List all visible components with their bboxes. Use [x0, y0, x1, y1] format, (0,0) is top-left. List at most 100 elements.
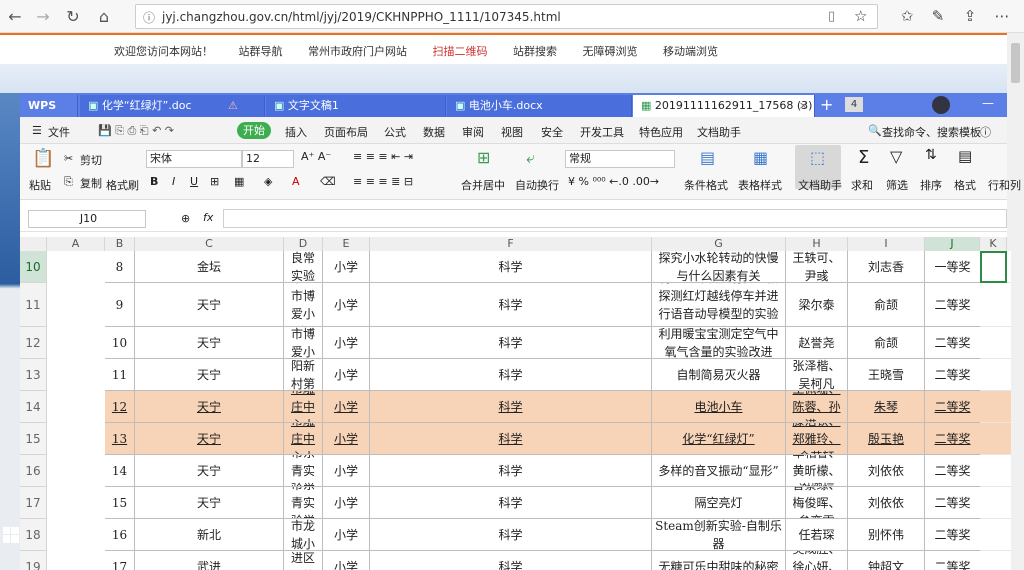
formula-input[interactable] — [223, 209, 1007, 228]
column-header-A[interactable]: A — [47, 237, 105, 251]
table-cell-D15[interactable]: 小学 — [323, 423, 370, 455]
table-cell-A13[interactable]: 11 — [105, 359, 135, 391]
table-cell-B17[interactable]: 天宁 — [135, 487, 284, 519]
table-cell-K15[interactable] — [1007, 423, 1011, 455]
table-cell-J11[interactable] — [980, 283, 1007, 327]
tab-count[interactable]: 4 — [845, 97, 863, 112]
table-cell-E16[interactable]: 科学 — [370, 455, 652, 487]
hamburger-icon[interactable]: ☰ — [32, 124, 42, 137]
table-cell-H19[interactable]: 钟超文 — [848, 551, 925, 570]
table-cell-H15[interactable]: 殷玉艳 — [848, 423, 925, 455]
table-cell-E19[interactable]: 科学 — [370, 551, 652, 570]
copy-button[interactable]: 复制 — [80, 175, 102, 191]
tab-doc-3[interactable]: ▣ 电池小车.docx — [447, 95, 632, 117]
table-style-button[interactable]: 表格样式 — [738, 177, 782, 193]
favorites-icon[interactable]: ✩ — [897, 7, 917, 27]
merge-icon[interactable]: ⊞ — [477, 148, 490, 167]
table-cell-I19[interactable]: 二等奖 — [925, 551, 980, 570]
table-cell-H16[interactable]: 刘依依 — [848, 455, 925, 487]
table-cell-D13[interactable]: 小学 — [323, 359, 370, 391]
table-cell-E15[interactable]: 科学 — [370, 423, 652, 455]
copy-icon[interactable]: ⎘ — [64, 175, 73, 189]
table-cell-E18[interactable]: 科学 — [370, 519, 652, 551]
table-cell-K18[interactable] — [1007, 519, 1011, 551]
table-cell-C10[interactable]: 金坛良常实验小学 — [284, 251, 323, 283]
table-cell-E13[interactable]: 科学 — [370, 359, 652, 391]
table-cell-E11[interactable]: 科学 — [370, 283, 652, 327]
table-cell-F13[interactable]: 自制简易灭火器 — [652, 359, 786, 391]
table-cell-E10[interactable]: 科学 — [370, 251, 652, 283]
menu-review[interactable]: 审阅 — [462, 124, 484, 140]
table-cell-K16[interactable] — [1007, 455, 1011, 487]
table-cell-G15[interactable]: 滕浩钦、郑雅玲、金艺轩 — [786, 423, 848, 455]
accessible-link[interactable]: 无障碍浏览 — [583, 45, 638, 58]
font-size-select[interactable]: 12 — [242, 150, 294, 168]
table-cell-C16[interactable]: 常州市东青实验学校 — [284, 455, 323, 487]
refresh-icon[interactable]: ↻ — [62, 6, 84, 28]
table-cell-F18[interactable]: Steam创新实验-自制乐器 — [652, 519, 786, 551]
table-cell-C12[interactable]: 常州市博爱小学 — [284, 327, 323, 359]
column-header-G[interactable]: G — [652, 237, 786, 251]
table-cell-J13[interactable] — [980, 359, 1007, 391]
menu-file[interactable]: 文件 — [48, 124, 70, 140]
table-cell-F17[interactable]: 隔空亮灯 — [652, 487, 786, 519]
table-cell-A16[interactable]: 14 — [105, 455, 135, 487]
table-cell-D16[interactable]: 小学 — [323, 455, 370, 487]
underline-icon[interactable]: U — [190, 175, 198, 188]
menu-security[interactable]: 安全 — [541, 124, 563, 140]
doc-helper-icon[interactable]: ⬚ — [810, 148, 825, 167]
filter-icon[interactable]: ▽ — [890, 147, 902, 166]
table-cell-H12[interactable]: 俞颉 — [848, 327, 925, 359]
table-cell-J16[interactable] — [980, 455, 1007, 487]
sum-button[interactable]: 求和 — [851, 177, 873, 193]
table-cell-B11[interactable]: 天宁 — [135, 283, 284, 327]
table-cell-G10[interactable]: 王轶可、尹彧 — [786, 251, 848, 283]
command-search[interactable]: 查找命令、搜索模板 — [882, 124, 981, 140]
table-cell-J18[interactable] — [980, 519, 1007, 551]
table-cell-A10[interactable]: 8 — [105, 251, 135, 283]
table-cell-D11[interactable]: 小学 — [323, 283, 370, 327]
menu-view[interactable]: 视图 — [501, 124, 523, 140]
table-cell-F19[interactable]: 无糖可乐中甜味的秘密 — [652, 551, 786, 570]
quick-toolbar-icons[interactable]: 💾 ⎘ ⎙ ⎗ ↶ ↷ — [98, 124, 174, 138]
sum-icon[interactable]: Σ — [858, 147, 869, 168]
table-cell-F12[interactable]: 利用暖宝宝测定空气中氧气含量的实验改进 — [652, 327, 786, 359]
table-cell-G14[interactable]: 王佩珊、陈蓉、孙诺一 — [786, 391, 848, 423]
menu-features[interactable]: 特色应用 — [639, 124, 683, 140]
table-cell-C18[interactable]: 常州市龙城小学 — [284, 519, 323, 551]
font-grow-icon[interactable]: A⁺ A⁻ — [301, 150, 331, 163]
column-header-H[interactable]: H — [786, 237, 848, 251]
table-cell-D17[interactable]: 小学 — [323, 487, 370, 519]
forward-icon[interactable]: → — [32, 6, 54, 28]
cut-button[interactable]: 剪切 — [80, 152, 102, 168]
column-header-J[interactable]: J — [925, 237, 980, 251]
table-cell-I16[interactable]: 二等奖 — [925, 455, 980, 487]
align-left-icons[interactable]: ≡ ≡ ≡ ≣ ⊟ — [353, 175, 413, 188]
row-header[interactable]: 19 — [20, 551, 47, 570]
doc-helper-button[interactable]: 文档助手 — [798, 177, 842, 193]
font-color-icon[interactable]: A — [292, 175, 300, 188]
qrcode-link[interactable]: 扫描二维码 — [433, 45, 488, 58]
format-painter-button[interactable]: 格式刷 — [106, 177, 139, 193]
table-cell-B18[interactable]: 新北 — [135, 519, 284, 551]
table-cell-G13[interactable]: 张泽楷、吴柯凡 — [786, 359, 848, 391]
clear-icon[interactable]: ⌫ — [320, 175, 336, 188]
menu-formula[interactable]: 公式 — [384, 124, 406, 140]
table-cell-G16[interactable]: 单相睿、黄昕檬、谢熠恒 — [786, 455, 848, 487]
table-cell-B15[interactable]: 天宁 — [135, 423, 284, 455]
highlight-icon[interactable]: ◈ — [264, 175, 272, 188]
conditional-format-icon[interactable]: ▤ — [700, 148, 715, 167]
wrap-icon[interactable]: ⤶ — [526, 148, 535, 168]
menu-page-layout[interactable]: 页面布局 — [324, 124, 368, 140]
table-cell-J14[interactable] — [980, 391, 1007, 423]
table-cell-A15[interactable]: 13 — [105, 423, 135, 455]
wrap-text-button[interactable]: 自动换行 — [515, 177, 559, 193]
table-cell-F16[interactable]: 多样的音叉振动“显形” — [652, 455, 786, 487]
table-cell-K19[interactable] — [1007, 551, 1011, 570]
table-cell-A19[interactable]: 17 — [105, 551, 135, 570]
cut-icon[interactable]: ✂ — [64, 152, 73, 165]
table-cell-C11[interactable]: 常州市博爱小学 — [284, 283, 323, 327]
row-header[interactable]: 11 — [20, 283, 47, 327]
align-top-icons[interactable]: ≡ ≡ ≡ ⇤ ⇥ — [353, 150, 413, 163]
table-cell-B13[interactable]: 天宁 — [135, 359, 284, 391]
